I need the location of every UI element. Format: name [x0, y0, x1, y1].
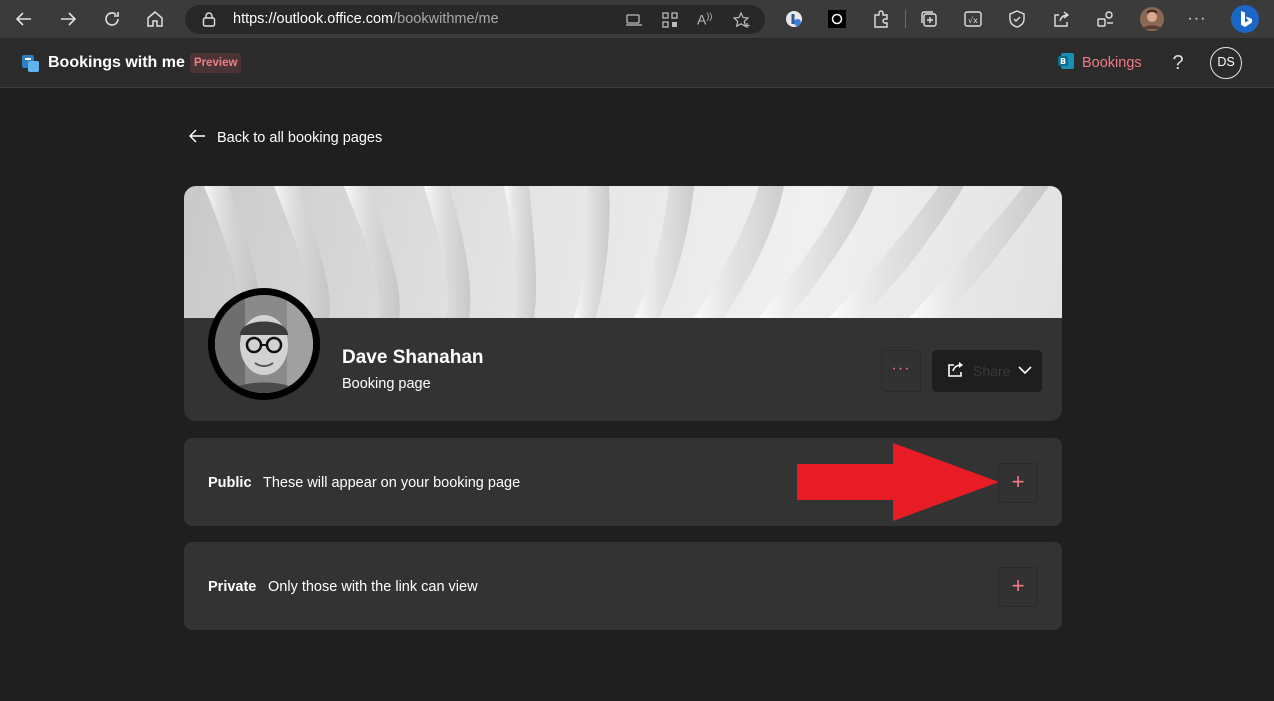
lock-icon [202, 11, 216, 32]
address-bar[interactable]: https://outlook.office.com/bookwithme/me… [185, 5, 765, 34]
workspaces-icon[interactable] [1094, 8, 1116, 30]
help-icon[interactable]: ? [1168, 51, 1188, 75]
back-arrow-icon[interactable] [11, 6, 37, 32]
settings-more-icon[interactable]: ··· [1186, 8, 1208, 30]
read-aloud-icon[interactable]: A)) [697, 11, 715, 29]
math-solver-icon[interactable]: √x [962, 8, 984, 30]
more-options-button[interactable]: ··· [881, 350, 921, 392]
profile-subtitle: Booking page [342, 376, 431, 392]
password-manager-icon[interactable] [783, 8, 805, 30]
bookings-app-icon: B [1058, 53, 1074, 73]
chevron-down-icon[interactable] [1018, 362, 1032, 380]
collections-icon[interactable] [918, 8, 940, 30]
app-title: Bookings with me [48, 54, 185, 71]
add-public-meeting-button[interactable]: + [998, 463, 1038, 503]
section-title: Public [208, 475, 252, 491]
home-icon[interactable] [142, 6, 168, 32]
section-title: Private [208, 579, 257, 595]
browser-toolbar: https://outlook.office.com/bookwithme/me… [0, 0, 1274, 38]
share-page-icon[interactable] [1050, 8, 1072, 30]
svg-text:B: B [1060, 57, 1066, 66]
forward-arrow-icon[interactable] [55, 6, 81, 32]
profile-photo[interactable] [208, 288, 320, 400]
section-description: These will appear on your booking page [263, 475, 521, 491]
bookings-link-label: Bookings [1082, 55, 1142, 71]
share-icon [947, 361, 965, 382]
add-private-meeting-button[interactable]: + [998, 567, 1038, 607]
add-favorite-icon[interactable] [732, 11, 751, 29]
user-avatar[interactable]: DS [1210, 47, 1242, 79]
banner-image [184, 186, 1062, 318]
extensions-puzzle-icon[interactable] [870, 8, 892, 30]
profile-avatar-icon[interactable] [1139, 6, 1165, 32]
bookings-logo-icon [22, 55, 39, 72]
private-section: Private Only those with the link can vie… [184, 542, 1062, 630]
profile-name: Dave Shanahan [342, 347, 484, 368]
refresh-icon[interactable] [99, 6, 125, 32]
app-available-icon[interactable] [625, 11, 643, 29]
profile-card: Dave Shanahan Booking page ··· Share [184, 186, 1062, 421]
section-description: Only those with the link can view [268, 579, 478, 595]
preview-badge: Preview [190, 53, 242, 73]
back-to-booking-pages-link[interactable]: Back to all booking pages [188, 128, 382, 148]
app-header: Bookings with me Preview B Bookings ? DS [0, 38, 1274, 88]
bookings-link[interactable]: B Bookings [1058, 53, 1142, 73]
red-arrow-annotation [797, 443, 999, 521]
browser-essentials-icon[interactable] [1006, 8, 1028, 30]
chatgpt-extension-icon[interactable] [826, 8, 848, 30]
svg-text:√x: √x [968, 16, 978, 25]
share-label: Share [973, 363, 1011, 379]
bing-copilot-icon[interactable] [1230, 4, 1260, 34]
toolbar-divider [905, 10, 906, 28]
back-link-label: Back to all booking pages [217, 130, 383, 146]
qr-code-icon[interactable] [661, 11, 679, 29]
back-arrow-icon [188, 128, 206, 148]
share-button[interactable]: Share [932, 350, 1042, 392]
url-text: https://outlook.office.com/bookwithme/me [233, 11, 499, 27]
